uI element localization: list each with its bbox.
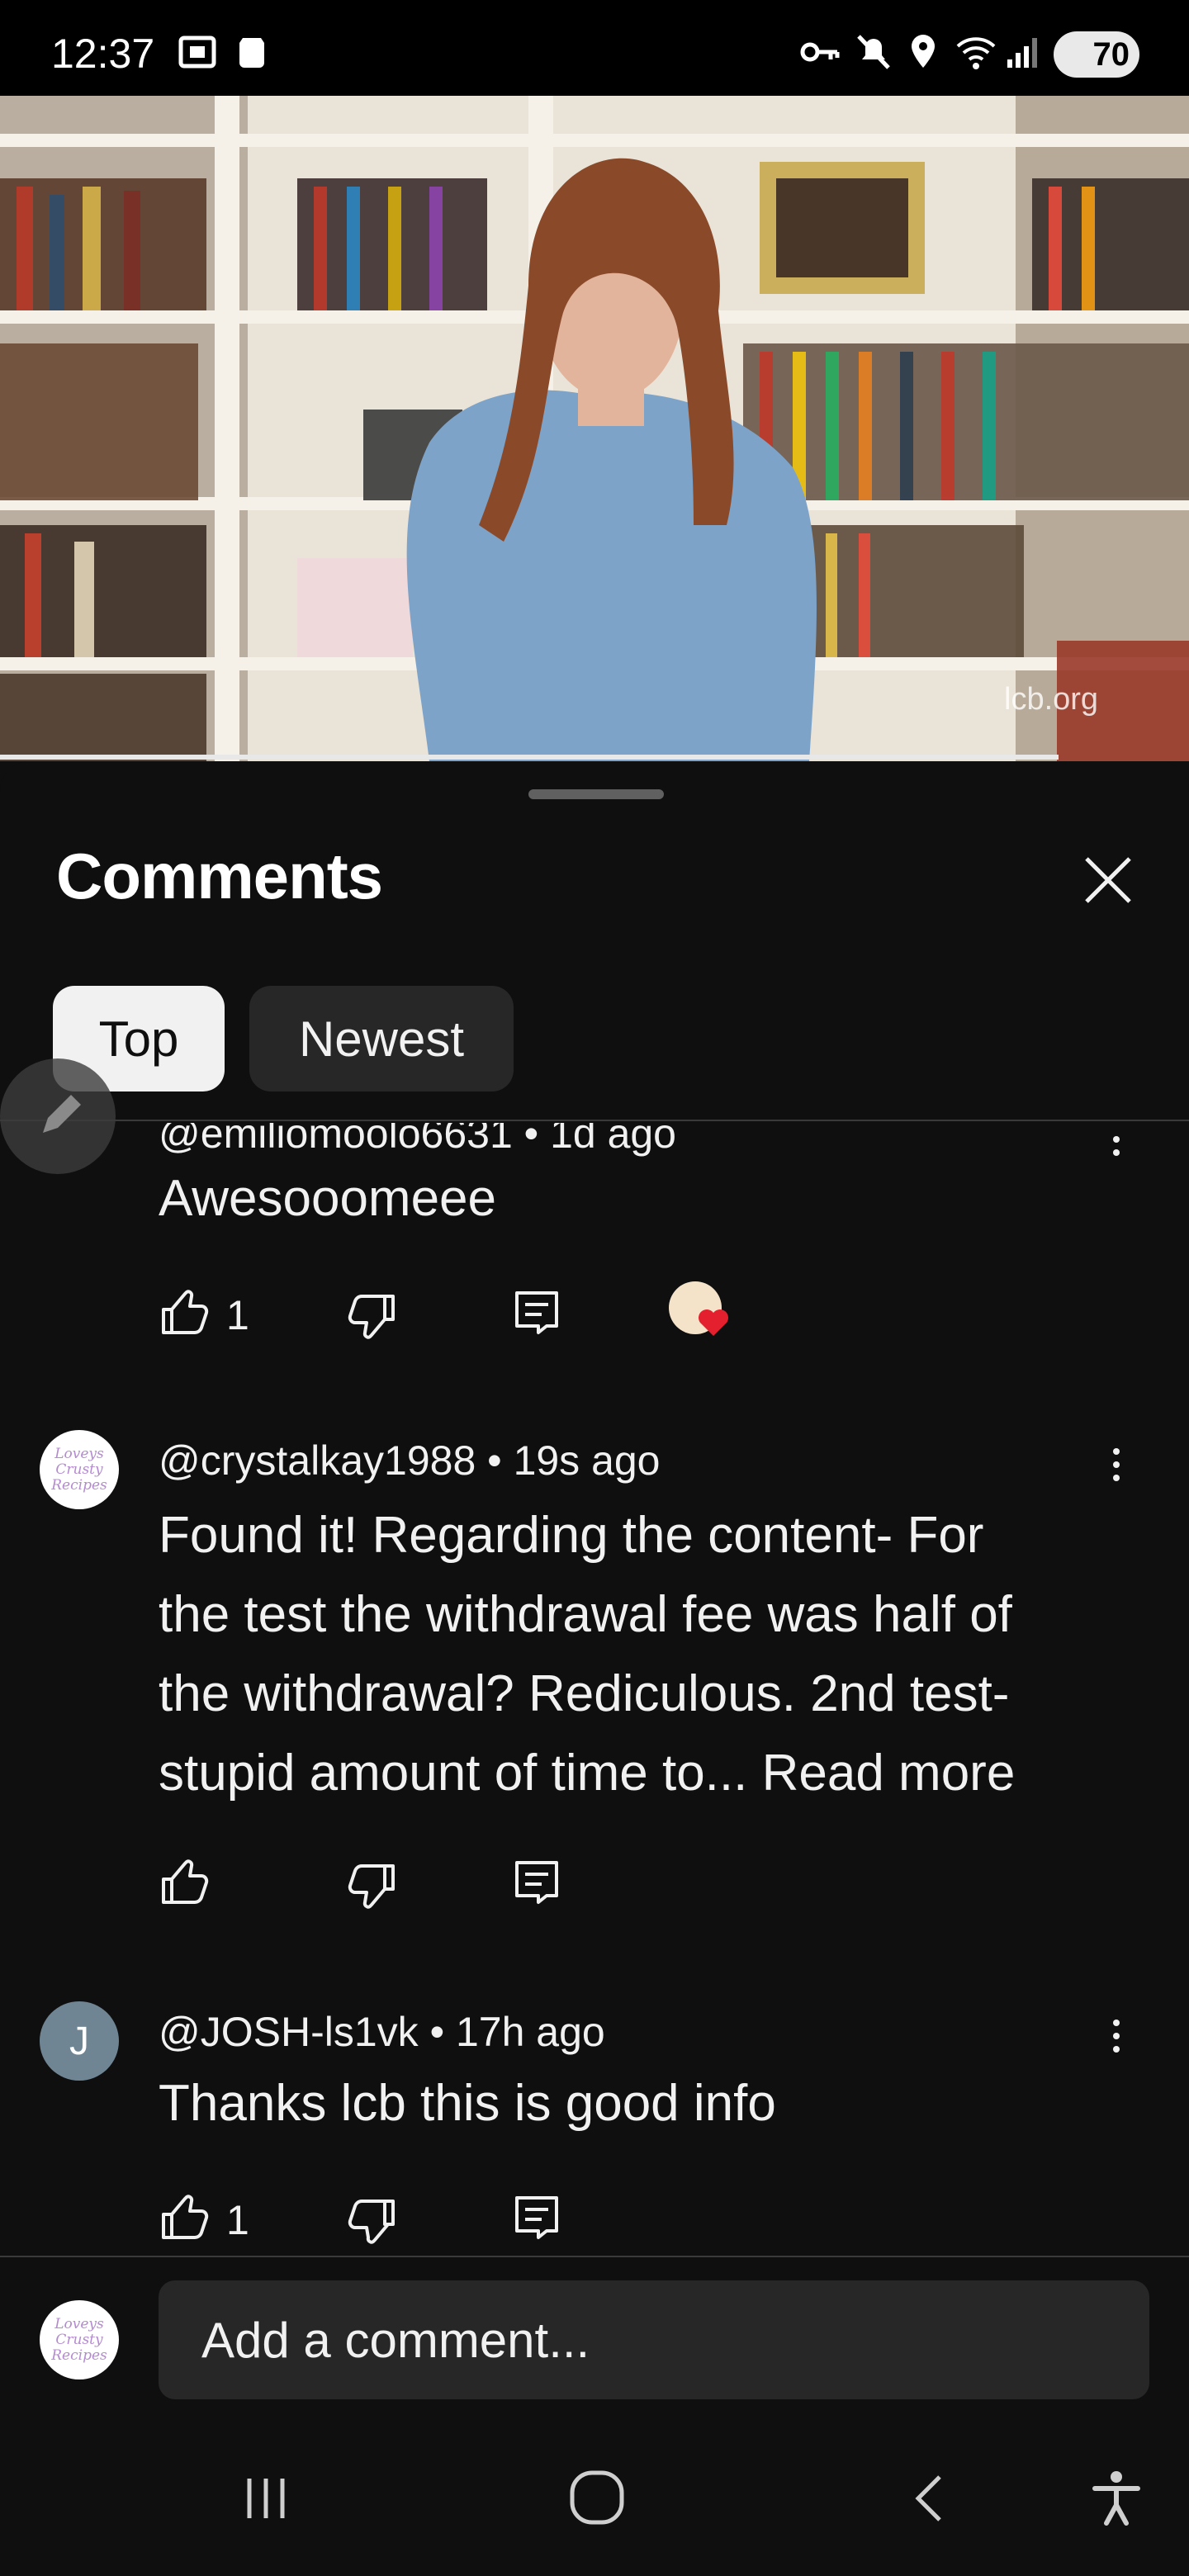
more-options-icon[interactable] xyxy=(1108,1121,1125,1171)
reply-icon[interactable] xyxy=(510,1856,563,1909)
video-watermark: lcb.org xyxy=(1004,682,1099,717)
like-icon[interactable] xyxy=(159,1856,211,1909)
video-progress-bar[interactable] xyxy=(0,755,1059,760)
avatar[interactable]: Loveys Crusty Recipes xyxy=(40,1430,119,1509)
dislike-icon[interactable] xyxy=(345,2195,398,2247)
dislike-icon[interactable] xyxy=(345,1859,398,1912)
notification-icon xyxy=(239,38,264,68)
comments-title: Comments xyxy=(56,840,383,912)
signal-icon xyxy=(1007,38,1037,68)
mute-icon xyxy=(857,35,890,69)
battery-icon: 70 xyxy=(1054,31,1139,78)
comment-text: Awesooomeee xyxy=(159,1170,497,1227)
video-frame xyxy=(0,96,1189,761)
comment-text: Thanks lcb this is good info xyxy=(159,2075,776,2132)
comment-line: Found it! Regarding the content- For xyxy=(159,1507,984,1564)
comment-meta: @emiliomoolo6631 • 1d ago xyxy=(159,1123,676,1158)
filter-divider xyxy=(0,1120,1189,1121)
filter-chip-newest[interactable]: Newest xyxy=(249,986,514,1091)
more-options-icon[interactable] xyxy=(1108,1443,1125,1493)
comment-author[interactable]: @JOSH-ls1vk xyxy=(159,2009,419,2055)
more-options-icon[interactable] xyxy=(1108,2015,1125,2064)
comment-line: the withdrawal? Rediculous. 2nd test- xyxy=(159,1665,1010,1722)
like-icon[interactable] xyxy=(159,1286,211,1339)
location-icon xyxy=(912,35,935,68)
back-icon[interactable] xyxy=(908,2472,950,2525)
avatar[interactable]: J xyxy=(40,2001,119,2081)
reply-icon[interactable] xyxy=(510,2191,563,2244)
comment-age: 1d ago xyxy=(550,1123,676,1157)
dislike-icon[interactable] xyxy=(345,1290,398,1342)
screenshot-icon xyxy=(178,36,216,69)
like-icon[interactable] xyxy=(159,2191,211,2244)
status-time: 12:37 xyxy=(51,31,155,77)
user-avatar: Loveys Crusty Recipes xyxy=(40,2300,119,2379)
comment-age: 19s ago xyxy=(513,1437,661,1484)
comment-line: stupid amount of time to... Read more xyxy=(159,1745,1016,1802)
comment-age: 17h ago xyxy=(455,2009,605,2055)
home-icon[interactable] xyxy=(568,2469,626,2526)
accessibility-icon[interactable] xyxy=(1090,2469,1143,2526)
edit-fab[interactable] xyxy=(0,1058,116,1174)
video-player[interactable] xyxy=(0,96,1189,761)
like-count: 1 xyxy=(226,1292,249,1338)
comment-author[interactable]: @crystalkay1988 xyxy=(159,1437,476,1484)
close-icon[interactable] xyxy=(1078,850,1138,910)
read-more-link[interactable]: Read more xyxy=(762,1745,1016,1802)
drag-handle[interactable] xyxy=(528,789,664,799)
comment-line: the test the withdrawal fee was half of xyxy=(159,1586,1012,1643)
comment-meta: @crystalkay1988 • 19s ago xyxy=(159,1437,661,1484)
vpn-key-icon xyxy=(800,42,840,62)
comment-meta: @JOSH-ls1vk • 17h ago xyxy=(159,2009,605,2055)
reply-icon[interactable] xyxy=(510,1286,563,1339)
comment-text: Found it! Regarding the content- For the… xyxy=(159,1496,1174,1813)
battery-level: 70 xyxy=(1092,36,1130,73)
creator-heart xyxy=(669,1281,728,1339)
like-count: 1 xyxy=(226,2197,249,2243)
recent-apps-icon[interactable] xyxy=(239,2472,292,2525)
heart-icon xyxy=(699,1309,728,1336)
wifi-icon xyxy=(956,37,996,69)
pencil-icon xyxy=(43,1095,81,1133)
add-comment-input[interactable]: Add a comment... xyxy=(159,2280,1149,2399)
composer-divider xyxy=(0,2256,1189,2257)
comment-author[interactable]: @emiliomoolo6631 xyxy=(159,1123,513,1157)
